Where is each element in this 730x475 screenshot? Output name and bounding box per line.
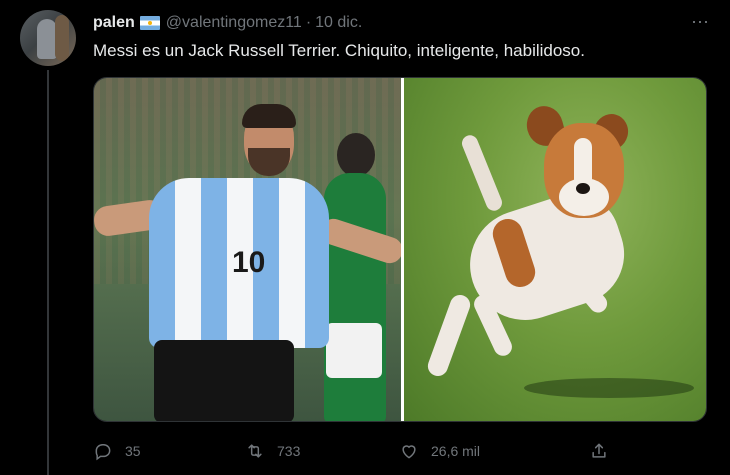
user-handle[interactable]: @valentingomez11 [166, 14, 302, 32]
share-button[interactable] [589, 438, 609, 464]
reply-count: 35 [125, 443, 141, 459]
avatar-figure-secondary [55, 15, 69, 61]
player-hair [242, 104, 296, 128]
dog-shadow [524, 378, 694, 398]
background-player-green [324, 173, 386, 421]
retweet-count: 733 [277, 443, 301, 459]
heart-icon [399, 441, 419, 461]
photo-jack-russell-terrier[interactable] [404, 78, 706, 421]
background-player-head [337, 133, 375, 177]
tweet-text: Messi es un Jack Russell Terrier. Chiqui… [93, 41, 585, 60]
background-player-shorts [326, 323, 382, 378]
dog-nose [576, 183, 590, 194]
tweet-media[interactable]: 10 [93, 77, 707, 422]
display-name[interactable]: palen [93, 14, 135, 32]
share-icon [589, 441, 609, 461]
reply-button[interactable]: 35 [93, 438, 141, 464]
avatar[interactable] [20, 10, 76, 66]
retweet-icon [245, 441, 265, 461]
like-button[interactable]: 26,6 mil [399, 438, 480, 464]
more-options-icon[interactable]: ⋯ [691, 12, 710, 33]
dog-leg [425, 292, 473, 379]
tweet-actions: 35 733 26,6 mil [93, 438, 613, 464]
avatar-figure [37, 19, 57, 59]
thread-line [47, 70, 49, 475]
dog-tail [459, 132, 505, 214]
retweet-button[interactable]: 733 [245, 438, 300, 464]
reply-icon [93, 441, 113, 461]
photo-soccer-player[interactable]: 10 [94, 78, 401, 421]
tweet-date[interactable]: 10 dic. [315, 14, 362, 32]
shirt-number: 10 [232, 246, 266, 279]
tweet-header: palen @valentingomez11 · 10 dic. ⋯ [93, 12, 710, 34]
argentina-flag-icon [139, 16, 160, 30]
separator-dot: · [305, 14, 312, 31]
player-shorts [154, 340, 294, 421]
like-count: 26,6 mil [431, 443, 481, 459]
